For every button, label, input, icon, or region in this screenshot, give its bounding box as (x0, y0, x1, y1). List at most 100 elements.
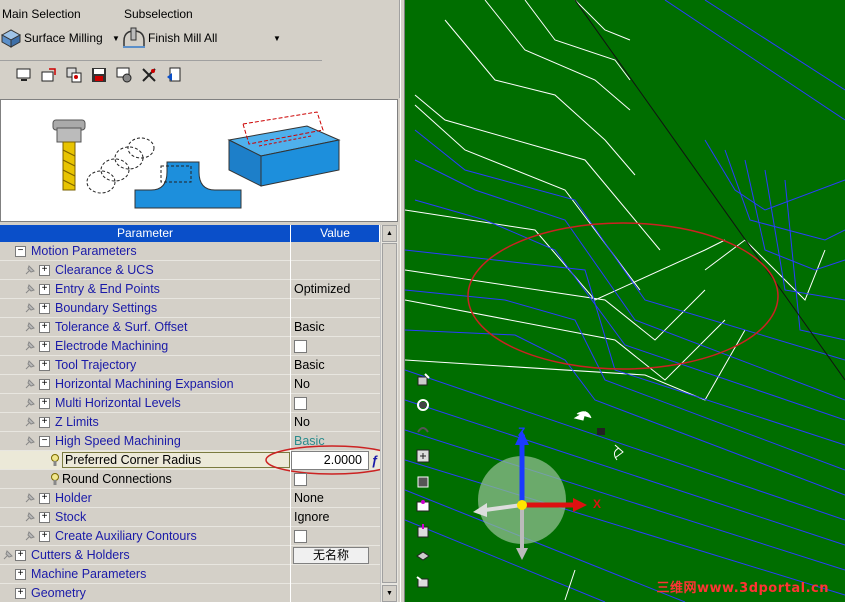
settings-icon[interactable] (114, 65, 133, 84)
scroll-down-icon[interactable]: ▼ (382, 585, 397, 602)
main-selection-dropdown[interactable]: Surface Milling ▼ (0, 26, 120, 50)
save-icon[interactable] (89, 65, 108, 84)
table-row[interactable]: + Geometry (0, 584, 380, 602)
table-row[interactable]: + Machine Parameters (0, 565, 380, 584)
scroll-thumb[interactable] (382, 243, 397, 583)
cutter-name-button[interactable]: 无名称 (293, 547, 369, 564)
table-row[interactable]: + Tool Trajectory Basic (0, 356, 380, 375)
value-cell[interactable] (290, 299, 380, 318)
expand-icon[interactable]: + (39, 284, 50, 295)
tools-icon[interactable] (139, 65, 158, 84)
top-view-icon[interactable] (415, 523, 431, 539)
value-cell[interactable] (290, 527, 380, 546)
pin-icon[interactable] (24, 530, 36, 542)
value-cell[interactable]: Ignore (290, 508, 380, 527)
electrode-checkbox[interactable] (294, 340, 307, 353)
pin-icon[interactable] (24, 340, 36, 352)
scroll-up-icon[interactable]: ▲ (382, 225, 397, 242)
view-tool-icon[interactable] (415, 372, 431, 388)
report-icon[interactable] (164, 65, 183, 84)
expand-icon[interactable]: + (15, 550, 26, 561)
table-row[interactable]: + Stock Ignore (0, 508, 380, 527)
subselection-dropdown[interactable]: Finish Mill All ▼ (122, 26, 284, 50)
pin-icon[interactable] (24, 492, 36, 504)
fit-icon[interactable] (415, 474, 431, 490)
iso-view-icon[interactable] (415, 548, 431, 564)
expand-icon[interactable]: + (15, 588, 26, 599)
zoom-icon[interactable] (415, 448, 431, 464)
table-row[interactable]: + Create Auxiliary Contours (0, 527, 380, 546)
value-cell[interactable]: No (290, 375, 380, 394)
table-row[interactable]: + Entry & End Points Optimized (0, 280, 380, 299)
pan-icon[interactable] (415, 422, 431, 438)
shade-icon[interactable] (415, 574, 431, 590)
table-row[interactable]: − Motion Parameters (0, 242, 380, 261)
app-window: Main Selection Subselection Surface Mill… (0, 0, 845, 602)
expand-icon[interactable]: + (39, 417, 50, 428)
value-cell[interactable]: No (290, 413, 380, 432)
value-cell[interactable] (290, 394, 380, 413)
expand-icon[interactable]: + (39, 379, 50, 390)
main-selection-label: Main Selection (2, 7, 81, 21)
value-cell[interactable] (290, 565, 380, 584)
pin-icon[interactable] (24, 321, 36, 333)
value-cell[interactable]: 无名称 (290, 546, 380, 565)
process-icon[interactable] (64, 65, 83, 84)
expand-icon[interactable]: + (39, 512, 50, 523)
3d-viewport[interactable]: Z X 三维网www.3dportal.cn (405, 0, 845, 602)
value-cell[interactable]: Basic (290, 318, 380, 337)
value-cell[interactable] (290, 242, 380, 261)
value-cell[interactable]: Optimized (290, 280, 380, 299)
expand-icon[interactable]: + (39, 398, 50, 409)
pin-icon[interactable] (24, 397, 36, 409)
value-cell[interactable]: Basic (290, 356, 380, 375)
table-row[interactable]: + Horizontal Machining Expansion No (0, 375, 380, 394)
pin-icon[interactable] (24, 511, 36, 523)
pin-icon[interactable] (24, 416, 36, 428)
header-parameter[interactable]: Parameter (0, 225, 291, 242)
table-row[interactable]: + Multi Horizontal Levels (0, 394, 380, 413)
expand-icon[interactable]: + (39, 493, 50, 504)
pin-icon[interactable] (24, 283, 36, 295)
table-row[interactable]: + Clearance & UCS (0, 261, 380, 280)
value-cell[interactable]: None (290, 489, 380, 508)
table-row[interactable]: + Electrode Machining (0, 337, 380, 356)
expand-icon[interactable]: + (15, 569, 26, 580)
round-connections-checkbox[interactable] (294, 473, 307, 486)
aux-contours-checkbox[interactable] (294, 530, 307, 543)
expand-icon[interactable]: + (39, 322, 50, 333)
expand-icon[interactable]: + (39, 360, 50, 371)
monitor-icon[interactable] (14, 65, 33, 84)
pin-icon[interactable] (24, 378, 36, 390)
collapse-icon[interactable]: − (39, 436, 50, 447)
table-row-selected[interactable]: Preferred Corner Radius 2.0000 ƒ (0, 445, 398, 475)
table-row[interactable]: Round Connections (0, 470, 380, 489)
pin-icon[interactable] (2, 549, 14, 561)
param-label: Geometry (31, 586, 86, 600)
table-row[interactable]: + Z Limits No (0, 413, 380, 432)
front-view-icon[interactable] (415, 498, 431, 514)
expand-icon[interactable]: + (39, 531, 50, 542)
pin-icon[interactable] (24, 359, 36, 371)
pin-icon[interactable] (24, 302, 36, 314)
table-row[interactable]: + Boundary Settings (0, 299, 380, 318)
value-cell[interactable] (290, 261, 380, 280)
vertical-scrollbar[interactable]: ▲ ▼ (380, 225, 398, 602)
collapse-icon[interactable]: − (15, 246, 26, 257)
table-row[interactable]: + Holder None (0, 489, 380, 508)
param-value: Ignore (294, 510, 330, 524)
multi-levels-checkbox[interactable] (294, 397, 307, 410)
value-cell[interactable] (290, 337, 380, 356)
export-icon[interactable] (39, 65, 58, 84)
expand-icon[interactable]: + (39, 303, 50, 314)
table-row[interactable]: + Tolerance & Surf. Offset Basic (0, 318, 380, 337)
pin-icon[interactable] (24, 435, 36, 447)
expand-icon[interactable]: + (39, 341, 50, 352)
value-cell[interactable] (290, 470, 380, 489)
header-value[interactable]: Value (291, 225, 380, 242)
expand-icon[interactable]: + (39, 265, 50, 276)
rotate-icon[interactable] (415, 397, 431, 413)
value-cell[interactable] (290, 584, 380, 602)
pin-icon[interactable] (24, 264, 36, 276)
table-row[interactable]: + Cutters & Holders 无名称 (0, 546, 380, 565)
